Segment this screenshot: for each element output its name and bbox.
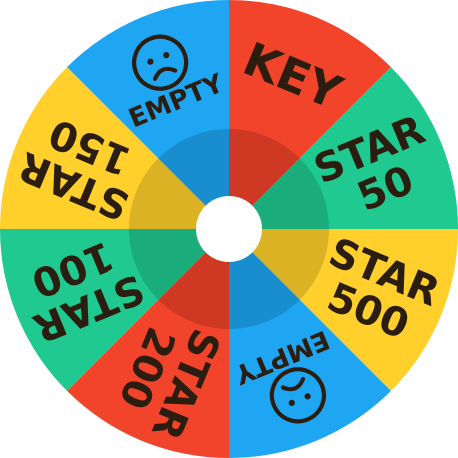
prize-wheel[interactable]: KEY STAR 50 STAR 500 EMPTY STAR 200 STAR 100 STAR 1… (0, 0, 458, 458)
prize-wheel-graphic[interactable]: KEYSTAR50STAR500EMPTYSTAR200STAR100STAR1… (0, 0, 458, 458)
wheel-hub (196, 196, 262, 262)
